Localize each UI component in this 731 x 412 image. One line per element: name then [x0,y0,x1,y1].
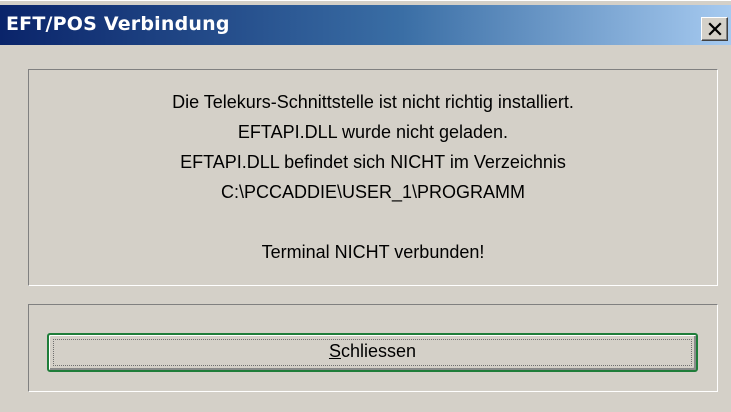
title-bar[interactable]: EFT/POS Verbindung [0,5,731,45]
message-panel: Die Telekurs-Schnittstelle ist nicht ric… [28,69,718,286]
mnemonic-letter: S [328,341,341,361]
dialog-window: EFT/POS Verbindung Die Telekurs-Schnitts… [0,0,731,412]
message-line-1: Die Telekurs-Schnittstelle ist nicht ric… [172,92,574,112]
schliessen-button[interactable]: Schliessen [47,333,698,372]
label-rest: chliessen [340,341,417,361]
message-line-4: C:\PCCADDIE\USER_1\PROGRAMM [220,182,526,202]
window-title: EFT/POS Verbindung [6,13,230,35]
button-panel: Schliessen [28,304,718,392]
close-x-icon [708,22,722,36]
close-window-button[interactable] [701,17,728,41]
message-line-6: Terminal NICHT verbunden! [261,242,485,262]
message-line-3: EFTAPI.DLL befindet sich NICHT im Verzei… [180,152,566,172]
schliessen-button-label: Schliessen [49,341,696,362]
message-line-2: EFTAPI.DLL wurde nicht geladen. [237,122,509,142]
